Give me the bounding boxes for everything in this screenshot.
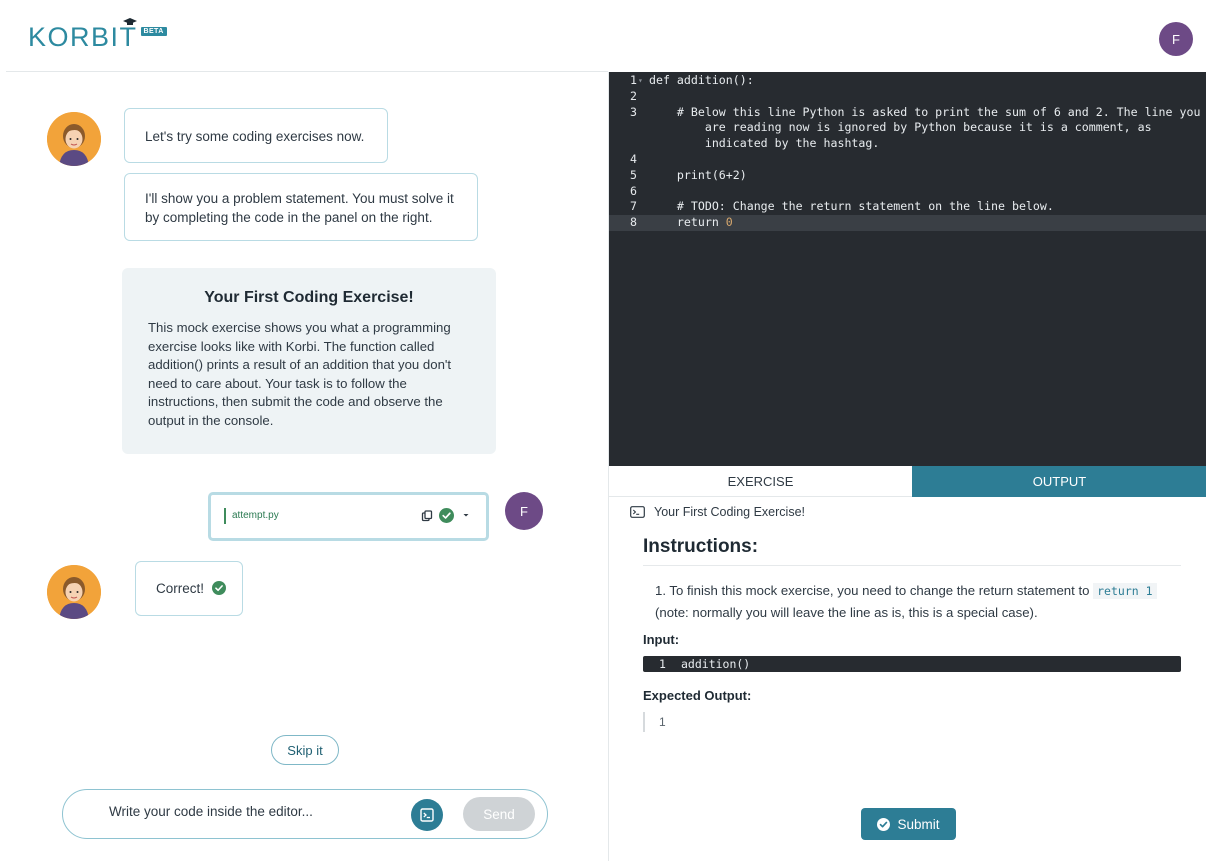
code-line[interactable]: 6 — [609, 184, 1206, 200]
message-input[interactable] — [109, 804, 399, 819]
check-circle-icon — [877, 817, 891, 831]
code-text: print(6+2) — [649, 168, 747, 184]
code-content: are reading now is ignored by Python bec… — [649, 120, 1152, 135]
code-text: def addition(): — [649, 73, 754, 89]
exercise-pane: Your First Coding Exercise! Instructions… — [609, 497, 1206, 861]
user-avatar: F — [505, 492, 543, 530]
attempt-marker — [224, 508, 226, 524]
code-content: # TODO: Change the return statement on t… — [649, 199, 1054, 214]
instructions-title: Instructions: — [643, 536, 759, 557]
tab-exercise[interactable]: EXERCISE — [609, 466, 912, 497]
instruction-prefix: 1. To finish this mock exercise, you nee… — [655, 583, 1094, 598]
line-number: 3 — [630, 104, 637, 119]
instruction-suffix: (note: normally you will leave the line … — [655, 605, 1038, 620]
tutor-message: I'll show you a problem statement. You m… — [124, 173, 478, 241]
submit-button[interactable]: Submit — [861, 808, 956, 840]
app-header: KORBIT BETA F — [0, 0, 1206, 72]
panel-tabs: EXERCISE OUTPUT — [609, 466, 1206, 497]
profile-avatar[interactable]: F — [1159, 22, 1193, 56]
code-line[interactable]: 5 print(6+2) — [609, 168, 1206, 184]
code-text: # TODO: Change the return statement on t… — [649, 199, 1054, 215]
line-number: 2 — [630, 88, 637, 103]
code-editor[interactable]: 1 ▾ def addition(): 2 3 # Below this line Py… — [609, 72, 1206, 466]
tutor-face-icon — [47, 565, 101, 619]
instruction-code: return 1 — [1093, 583, 1157, 599]
expected-output-value: 1 — [643, 712, 666, 732]
line-number: 8 — [630, 215, 637, 230]
chat-panel: Let's try some coding exercises now. I'l… — [0, 72, 608, 861]
exercise-card-title: Your First Coding Exercise! — [204, 289, 414, 306]
fold-toggle-icon[interactable]: ▾ — [638, 73, 643, 89]
success-check-icon — [439, 508, 454, 523]
exercise-card-body: This mock exercise shows you what a prog… — [148, 320, 452, 428]
instructions-divider — [643, 565, 1181, 566]
korbit-logo[interactable]: KORBIT BETA — [28, 18, 167, 52]
input-line-number: 1 — [659, 657, 666, 671]
exercise-card: Your First Coding Exercise! This mock ex… — [122, 268, 496, 454]
graduation-cap-icon — [123, 18, 137, 25]
code-line[interactable]: are reading now is ignored by Python bec… — [609, 120, 1206, 136]
code-content: def addition(): — [649, 73, 754, 87]
line-number: 6 — [630, 183, 637, 198]
line-number: 1 — [630, 73, 637, 87]
copy-icon[interactable] — [421, 510, 433, 522]
workspace-panel: 1 ▾ def addition(): 2 3 # Below this line Py… — [608, 72, 1206, 861]
input-code: addition() — [681, 657, 751, 671]
open-editor-button[interactable] — [411, 799, 443, 831]
instruction-item: 1. To finish this mock exercise, you nee… — [655, 580, 1175, 623]
code-content: indicated by the hashtag. — [649, 136, 880, 151]
attempt-submission[interactable]: attempt.py — [208, 492, 489, 541]
input-label: Input: — [643, 632, 680, 647]
tutor-message-correct: Correct! — [135, 561, 243, 616]
code-line[interactable]: 3 # Below this line Python is asked to p… — [609, 105, 1206, 121]
code-content: print(6+2) — [649, 167, 747, 182]
code-content: # Below this line Python is asked to pri… — [649, 104, 1201, 119]
code-line[interactable]: 2 — [609, 89, 1206, 105]
code-text: are reading now is ignored by Python bec… — [649, 120, 1152, 136]
tutor-message: Let's try some coding exercises now. — [124, 108, 388, 163]
submit-label: Submit — [897, 816, 940, 832]
expected-output-label: Expected Output: — [643, 688, 752, 703]
input-code-block: 1 addition() — [643, 656, 1181, 672]
code-line[interactable]: 4 — [609, 152, 1206, 168]
beta-badge: BETA — [140, 27, 167, 36]
correct-text: Correct! — [156, 581, 205, 596]
logo-text: KORBIT — [28, 22, 138, 52]
code-line[interactable]: 1 ▾ def addition(): — [609, 73, 1206, 89]
code-line[interactable]: 7 # TODO: Change the return statement on… — [609, 199, 1206, 215]
exercise-heading: Your First Coding Exercise! — [630, 505, 805, 519]
line-number: 5 — [630, 167, 637, 182]
success-check-icon — [211, 581, 226, 595]
tutor-avatar — [47, 112, 101, 166]
code-text: return 0 — [649, 215, 733, 231]
code-token-number: 0 — [725, 215, 733, 230]
message-text: Let's try some coding exercises now. — [145, 129, 365, 144]
tutor-avatar — [47, 565, 101, 619]
chevron-down-icon[interactable] — [462, 511, 470, 519]
line-number: 7 — [630, 199, 637, 214]
terminal-icon — [630, 506, 645, 518]
skip-button[interactable]: Skip it — [271, 735, 339, 765]
terminal-icon — [420, 808, 434, 822]
code-text: # Below this line Python is asked to pri… — [649, 104, 1201, 121]
code-text: indicated by the hashtag. — [649, 136, 880, 152]
send-button[interactable]: Send — [463, 797, 535, 831]
tutor-face-icon — [47, 112, 101, 166]
line-number: 4 — [630, 152, 637, 166]
message-text: I'll show you a problem statement. You m… — [145, 191, 454, 225]
exercise-heading-text: Your First Coding Exercise! — [654, 505, 805, 519]
attempt-filename: attempt.py — [232, 510, 279, 521]
code-line[interactable]: indicated by the hashtag. — [609, 136, 1206, 152]
code-content: return — [649, 215, 726, 230]
message-composer: Send — [62, 789, 548, 839]
code-line[interactable]: 8 return 0 — [609, 215, 1206, 231]
tab-output[interactable]: OUTPUT — [912, 466, 1206, 497]
